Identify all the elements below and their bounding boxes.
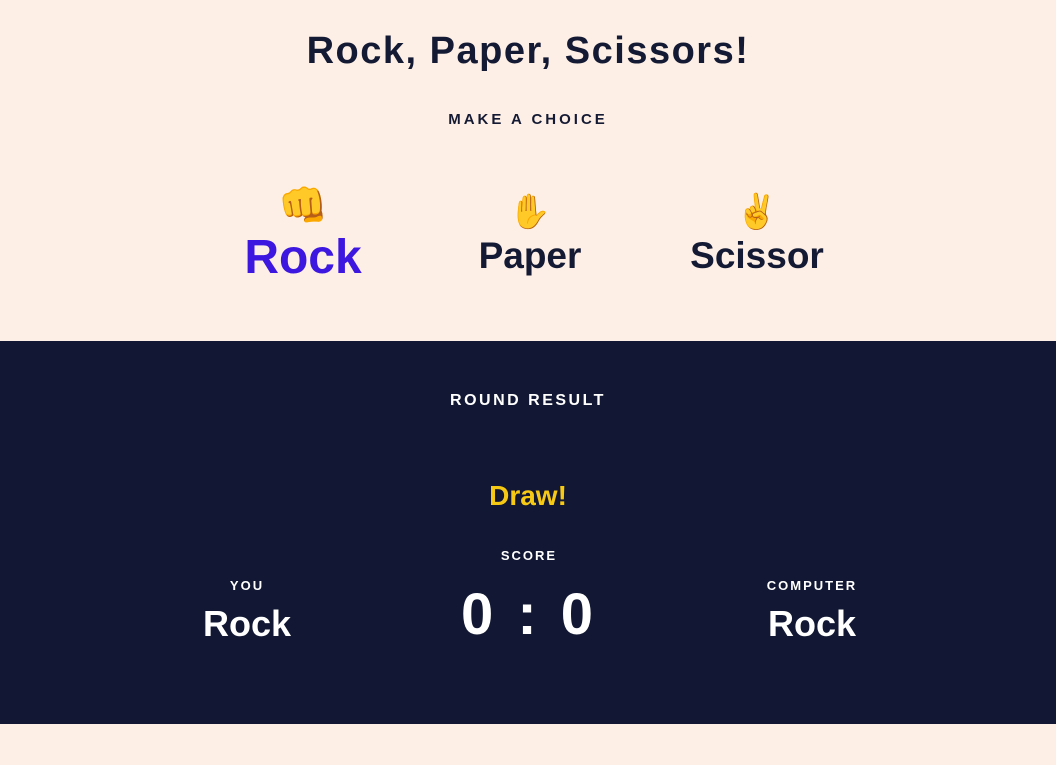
- paper-label: Paper: [478, 235, 582, 276]
- choice-section: Rock, Paper, Scissors! MAKE A CHOICE 👊 R…: [0, 0, 1056, 341]
- computer-heading: COMPUTER: [766, 578, 858, 593]
- you-heading: YOU: [229, 578, 265, 593]
- scissor-label: Scissor: [690, 235, 824, 276]
- rock-choice-button[interactable]: 👊 Rock: [203, 186, 403, 285]
- round-result-heading: ROUND RESULT: [450, 392, 606, 409]
- player-computer: COMPUTER Rock: [692, 578, 932, 645]
- score-heading: SCORE: [500, 548, 558, 563]
- page-footer: [0, 724, 1056, 765]
- page-title: Rock, Paper, Scissors!: [306, 30, 750, 72]
- scoreboard: SCORE 0 : 0: [409, 548, 649, 648]
- paper-choice-button[interactable]: ✋ Paper: [430, 195, 630, 277]
- result-panel: ROUND RESULT Draw! YOU Rock SCORE 0 : 0 …: [0, 341, 1056, 724]
- fist-icon: 👊: [278, 184, 328, 228]
- computer-choice: Rock: [767, 603, 857, 644]
- player-you: YOU Rock: [127, 578, 367, 645]
- choice-prompt: MAKE A CHOICE: [448, 111, 608, 128]
- round-outcome: Draw!: [489, 480, 567, 511]
- scissor-choice-button[interactable]: ✌️ Scissor: [657, 195, 857, 277]
- rock-label: Rock: [244, 231, 362, 284]
- raised-hand-icon: ✋: [508, 193, 552, 231]
- victory-hand-icon: ✌️: [735, 193, 779, 231]
- score-value: 0 : 0: [460, 582, 598, 647]
- you-choice: Rock: [202, 603, 292, 644]
